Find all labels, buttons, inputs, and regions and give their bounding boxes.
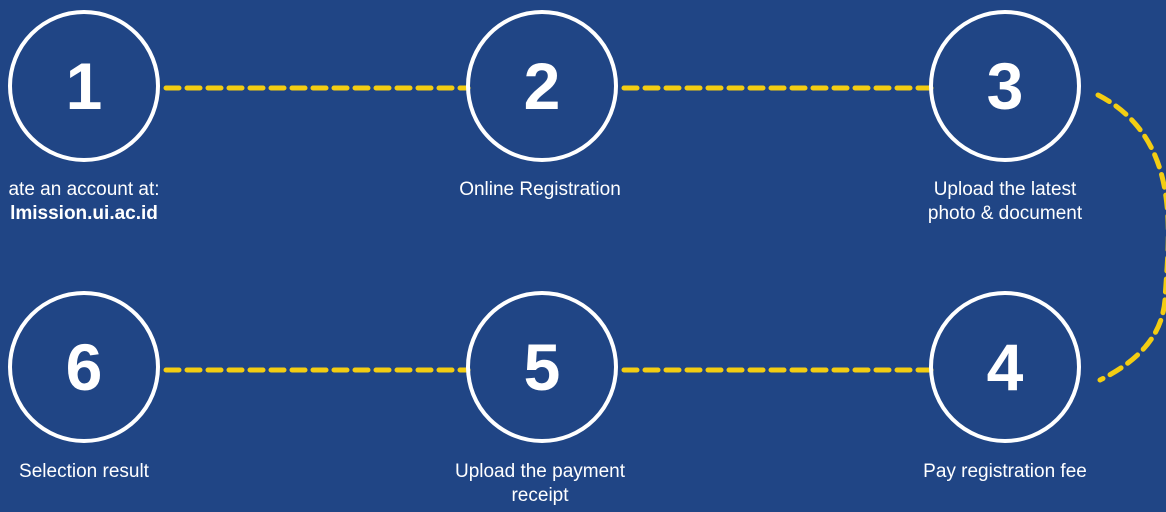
step-4-text: Pay registration fee <box>923 461 1087 482</box>
step-3-caption: Upload the latest photo & document <box>855 178 1155 226</box>
connector-3-4 <box>1095 92 1166 383</box>
step-1-caption: ate an account at: lmission.ui.ac.id <box>0 178 234 226</box>
step-2-text: Online Registration <box>459 179 621 200</box>
step-5-text-line2: receipt <box>511 485 569 506</box>
step-2-circle: 2 <box>466 10 618 162</box>
step-6-number: 6 <box>65 330 103 404</box>
step-5-text-line1: Upload the payment <box>454 461 626 482</box>
step-1-number: 1 <box>65 49 103 123</box>
step-5-number: 5 <box>523 330 561 404</box>
step-6-text: Selection result <box>19 461 149 482</box>
step-3-number: 3 <box>986 49 1024 123</box>
step-2-caption: Online Registration <box>390 178 690 202</box>
step-3-text-line2: photo & document <box>927 203 1083 224</box>
step-3-circle: 3 <box>929 10 1081 162</box>
step-2-number: 2 <box>523 49 561 123</box>
step-6-caption: Selection result <box>0 460 234 484</box>
step-5-caption: Upload the payment receipt <box>390 460 690 508</box>
step-1-circle: 1 <box>8 10 160 162</box>
step-1-text: ate an account at: <box>8 179 160 200</box>
step-4-number: 4 <box>986 330 1024 404</box>
step-1-link[interactable]: lmission.ui.ac.id <box>0 202 234 226</box>
registration-steps-diagram: 1 2 3 4 5 6 ate an account at: lmission.… <box>0 0 1166 512</box>
step-4-caption: Pay registration fee <box>855 460 1155 484</box>
step-3-text-line1: Upload the latest <box>933 179 1077 200</box>
step-5-circle: 5 <box>466 291 618 443</box>
step-6-circle: 6 <box>8 291 160 443</box>
step-4-circle: 4 <box>929 291 1081 443</box>
